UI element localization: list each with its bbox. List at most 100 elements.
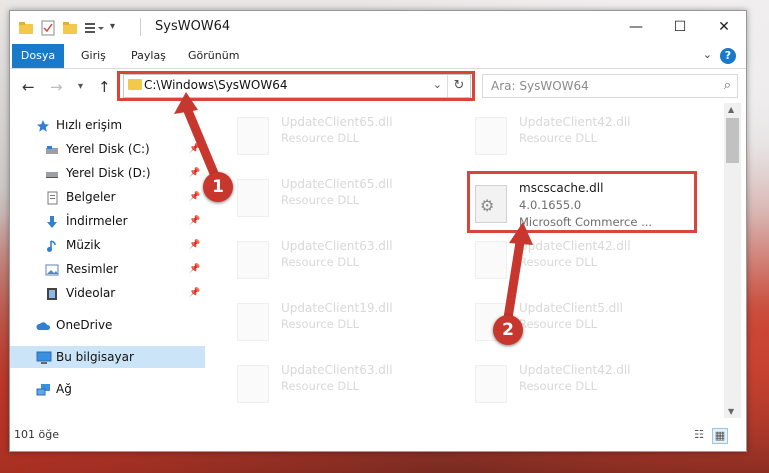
pin-icon[interactable]: 📌 [189, 138, 200, 160]
file-name: UpdateClient63.dll [281, 363, 393, 377]
minimize-button[interactable]: — [614, 11, 658, 43]
documents-icon [45, 190, 59, 205]
gear-icon: ⚙ [480, 196, 495, 215]
callout-1: 1 [203, 172, 233, 202]
sidebar-item-videos[interactable]: Videolar 📌 [10, 282, 205, 304]
sidebar-item-this-pc[interactable]: Bu bilgisayar [10, 346, 205, 368]
dll-file-icon [237, 365, 269, 403]
sidebar-item-label: Bu bilgisayar [56, 350, 134, 364]
sidebar-item-label: İndirmeler [66, 214, 128, 228]
list-item-mscscache[interactable]: ⚙ mscscache.dll 4.0.1655.0 Microsoft Com… [467, 175, 687, 235]
file-type: Resource DLL [281, 131, 360, 145]
dll-file-icon [237, 179, 269, 217]
back-button[interactable]: ← [22, 78, 35, 96]
refresh-icon[interactable]: ↻ [447, 75, 470, 97]
sidebar-item-label: Yerel Disk (C:) [66, 142, 150, 156]
list-item[interactable]: UpdateClient63.dll Resource DLL [229, 359, 449, 407]
status-bar: 101 öğe ☷ ▦ [10, 421, 746, 451]
file-type: Resource DLL [519, 317, 598, 331]
sidebar-item-label: Hızlı erişim [56, 118, 123, 132]
sidebar-item-documents[interactable]: Belgeler 📌 [10, 186, 205, 208]
file-type: Resource DLL [519, 131, 598, 145]
sidebar-item-label: Videolar [66, 286, 116, 300]
sidebar-item-onedrive[interactable]: OneDrive [10, 314, 205, 336]
file-name: UpdateClient42.dll [519, 363, 631, 377]
drive-icon [45, 142, 59, 156]
list-item[interactable]: UpdateClient63.dll Resource DLL [229, 235, 449, 283]
sidebar-item-downloads[interactable]: İndirmeler 📌 [10, 210, 205, 232]
callout-2: 2 [493, 315, 523, 345]
pin-icon[interactable]: 📌 [189, 234, 200, 256]
details-view-icon[interactable]: ☷ [692, 428, 706, 442]
sidebar-item-music[interactable]: Müzik 📌 [10, 234, 205, 256]
title-bar: ▾ SysWOW64 — ☐ ✕ [10, 11, 746, 44]
quick-access-dropdown-icon[interactable]: ▾ [110, 21, 126, 37]
properties-icon[interactable] [40, 20, 56, 36]
new-folder-icon[interactable] [62, 20, 78, 36]
scroll-down-icon[interactable]: ▼ [728, 407, 734, 416]
help-button[interactable]: ? [720, 48, 736, 64]
file-name: UpdateClient65.dll [281, 177, 393, 191]
file-type: Resource DLL [519, 255, 598, 269]
pin-icon[interactable]: 📌 [189, 258, 200, 280]
close-button[interactable]: ✕ [702, 11, 746, 43]
explorer-window: ▾ SysWOW64 — ☐ ✕ Dosya Giriş Paylaş Görü… [9, 10, 747, 452]
pin-icon[interactable]: 📌 [189, 210, 200, 232]
vertical-scrollbar[interactable]: ▲ ▼ [724, 103, 741, 418]
sidebar-item-label: Resimler [66, 262, 119, 276]
list-item[interactable]: UpdateClient19.dll Resource DLL [229, 297, 449, 345]
network-icon [36, 382, 50, 396]
file-name: UpdateClient42.dll [519, 115, 631, 129]
dll-file-icon [237, 303, 269, 341]
file-type: Resource DLL [281, 317, 360, 331]
address-text[interactable]: C:\Windows\SysWOW64 [144, 78, 288, 92]
file-name: UpdateClient42.dll [519, 239, 631, 253]
search-input[interactable]: Ara: SysWOW64 ⌕ [482, 74, 738, 98]
dll-file-icon [475, 117, 507, 155]
sidebar-item-label: Belgeler [66, 190, 116, 204]
maximize-button[interactable]: ☐ [658, 11, 702, 43]
sidebar-item-pictures[interactable]: Resimler 📌 [10, 258, 205, 280]
sidebar-item-network[interactable]: Ağ [10, 378, 205, 400]
sidebar-item-local-disk-c[interactable]: Yerel Disk (C:) 📌 [10, 138, 205, 160]
pin-icon[interactable]: 📌 [189, 282, 200, 304]
dll-file-icon [475, 241, 507, 279]
computer-icon [36, 350, 52, 364]
sidebar-item-quick-access[interactable]: Hızlı erişim [10, 114, 205, 136]
tab-file[interactable]: Dosya [12, 44, 64, 68]
list-item[interactable]: UpdateClient42.dll Resource DLL [467, 111, 687, 159]
expand-ribbon-icon[interactable]: ⌄ [703, 48, 712, 61]
window-title: SysWOW64 [155, 19, 231, 34]
customize-toolbar-icon[interactable] [84, 20, 104, 36]
folder-icon [18, 20, 34, 36]
tab-view[interactable]: Görünüm [188, 44, 239, 68]
music-icon [45, 238, 59, 252]
address-bar[interactable]: C:\Windows\SysWOW64 ⌄ ↻ [123, 74, 471, 98]
file-name: mscscache.dll [519, 181, 604, 195]
pin-icon[interactable]: 📌 [189, 162, 200, 184]
download-icon [45, 214, 59, 228]
scrollbar-thumb[interactable] [726, 118, 739, 163]
dll-file-icon [475, 365, 507, 403]
navigation-pane: Hızlı erişim Yerel Disk (C:) 📌 Yerel Dis… [10, 103, 205, 418]
list-item[interactable]: UpdateClient42.dll Resource DLL [467, 235, 687, 283]
title-divider [140, 18, 141, 36]
up-button[interactable]: ↑ [98, 78, 111, 96]
search-icon[interactable]: ⌕ [724, 78, 731, 93]
tiles-view-icon[interactable]: ▦ [712, 428, 728, 444]
tab-share[interactable]: Paylaş [131, 44, 166, 68]
sidebar-item-label: OneDrive [56, 318, 113, 332]
address-dropdown-icon[interactable]: ⌄ [433, 78, 442, 91]
list-item[interactable]: UpdateClient42.dll Resource DLL [467, 359, 687, 407]
pictures-icon [45, 262, 59, 276]
sidebar-item-local-disk-d[interactable]: Yerel Disk (D:) 📌 [10, 162, 205, 184]
list-item[interactable]: UpdateClient65.dll Resource DLL [229, 111, 449, 159]
list-item[interactable]: UpdateClient65.dll Resource DLL [229, 173, 449, 221]
recent-locations-button[interactable]: ▾ [78, 81, 83, 92]
scroll-up-icon[interactable]: ▲ [728, 105, 734, 114]
tab-home[interactable]: Giriş [81, 44, 106, 68]
pin-icon[interactable]: 📌 [189, 186, 200, 208]
forward-button[interactable]: → [50, 78, 63, 96]
file-description: Microsoft Commerce ... [519, 215, 653, 229]
dll-file-icon: ⚙ [475, 185, 507, 223]
